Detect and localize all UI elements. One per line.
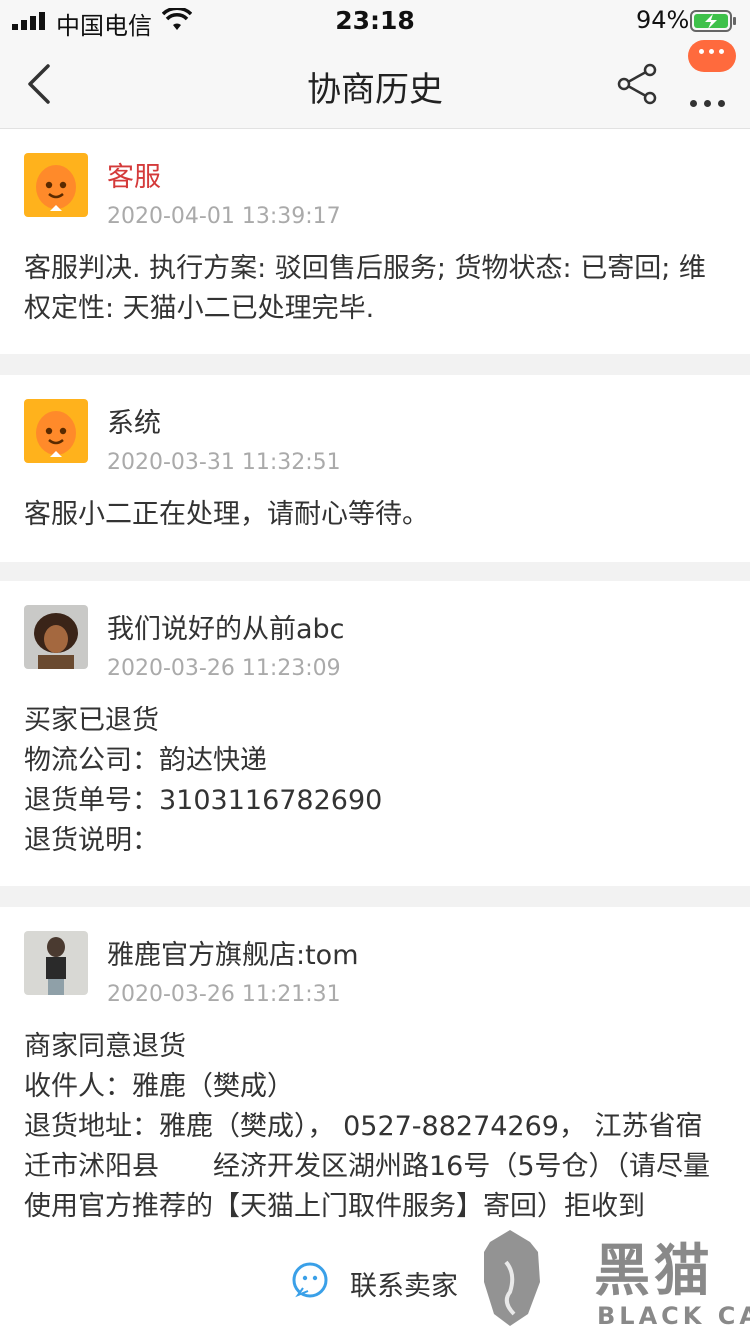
record-text: 买家已退货 [24,705,159,736]
watermark-title: 黑猫 [594,1239,714,1304]
record-content: 客服判决. 执行方案: 驳回售后服务; 货物状态: 已寄回; 维权定性: 天猫小… [24,249,726,329]
history-record: 我们说好的从前abc 2020-03-26 11:23:09 买家已退货 物流公… [0,581,750,886]
seller-avatar [24,931,88,995]
record-timestamp: 2020-04-01 13:39:17 [107,204,341,229]
contact-seller-button[interactable]: 联系卖家 [350,1264,458,1303]
record-timestamp: 2020-03-26 11:23:09 [107,656,341,681]
buyer-avatar [24,605,88,669]
record-content: 客服小二正在处理，请耐心等待。 [24,495,726,535]
mascot-avatar [24,153,88,217]
status-bar: 中国电信 23:18 94% [0,0,750,42]
record-author: 我们说好的从前abc [107,614,345,645]
record-text: 物流公司：韵达快递 [24,745,267,776]
mascot-avatar [24,399,88,463]
watermark-subtitle: BLACK CAT [597,1302,750,1330]
record-author: 雅鹿官方旗舰店:tom [107,940,359,971]
share-icon[interactable] [616,62,660,106]
record-text: 商家同意退货 [24,1031,186,1062]
record-timestamp: 2020-03-26 11:21:31 [107,982,341,1007]
history-record: 系统 2020-03-31 11:32:51 客服小二正在处理，请耐心等待。 [0,375,750,562]
record-content: 商家同意退货 收件人：雅鹿（樊成） 退货地址：雅鹿（樊成）， 0527-8827… [24,1027,726,1227]
record-text: 退货说明： [24,825,159,856]
record-text: 收件人：雅鹿（樊成） [24,1071,294,1102]
record-content: 买家已退货 物流公司：韵达快递 退货单号：3103116782690 退货说明： [24,701,726,861]
history-record: 雅鹿官方旗舰店:tom 2020-03-26 11:21:31 商家同意退货 收… [0,907,750,1230]
record-timestamp: 2020-03-31 11:32:51 [107,450,341,475]
contact-seller-icon[interactable] [290,1260,330,1300]
navigation-bar: 协商历史 [0,40,750,129]
record-text: 客服判决. 执行方案: 驳回售后服务; 货物状态: 已寄回; 维权定性: 天猫小… [24,253,706,324]
record-text: 退货单号：3103116782690 [24,785,383,816]
history-record: 客服 2020-04-01 13:39:17 客服判决. 执行方案: 驳回售后服… [0,129,750,354]
record-author: 系统 [107,408,161,439]
record-author: 客服 [107,162,161,193]
record-text: 退货地址：雅鹿（樊成）， 0527-88274269， 江苏省宿迁市沭阳县 经济… [24,1111,711,1222]
message-badge-icon[interactable] [688,40,736,72]
record-text: 客服小二正在处理，请耐心等待。 [24,499,429,530]
battery-percent: 94% [636,6,690,34]
battery-charging-icon [690,10,736,32]
